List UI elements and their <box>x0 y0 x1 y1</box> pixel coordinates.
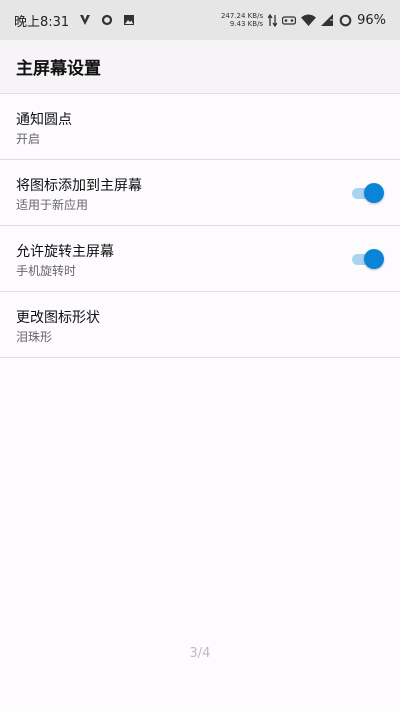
status-time: 晚上8:31 <box>14 14 70 30</box>
setting-subtitle: 开启 <box>16 132 41 146</box>
battery-level: 96% <box>357 12 386 28</box>
status-bar: 晚上8:31 247.24 KB/s 9.43 KB/s 96% <box>0 0 400 40</box>
setting-title: 将图标添加到主屏幕 <box>16 178 142 194</box>
setting-subtitle: 泪珠形 <box>16 330 53 344</box>
image-icon <box>123 14 135 26</box>
download-speed: 9.43 KB/s <box>229 20 264 28</box>
app-bar: 主屏幕设置 <box>0 40 400 94</box>
page-indicator: 3/4 <box>189 646 211 661</box>
data-arrows-icon <box>268 13 278 27</box>
battery-ring-icon <box>339 14 352 27</box>
circle-icon <box>101 14 113 26</box>
setting-add-icon-to-home[interactable]: 将图标添加到主屏幕 适用于新应用 <box>0 160 400 226</box>
add-icon-toggle[interactable] <box>352 183 384 203</box>
signal-icon <box>321 14 334 26</box>
toggle-knob <box>364 183 384 203</box>
toggle-knob <box>364 249 384 269</box>
wifi-icon <box>301 14 317 26</box>
setting-title: 通知圆点 <box>16 112 72 128</box>
setting-subtitle: 适用于新应用 <box>16 198 89 212</box>
setting-subtitle: 手机旋转时 <box>16 264 77 278</box>
setting-icon-shape[interactable]: 更改图标形状 泪珠形 <box>0 292 400 358</box>
page-title: 主屏幕设置 <box>16 59 101 79</box>
setting-title: 允许旋转主屏幕 <box>16 244 114 260</box>
upload-speed: 247.24 KB/s <box>220 12 264 20</box>
vr-icon <box>282 15 297 25</box>
notification-v-icon <box>79 14 91 26</box>
settings-list: 通知圆点 开启 将图标添加到主屏幕 适用于新应用 允许旋转主屏幕 手机旋转时 更… <box>0 94 400 358</box>
setting-notification-dots[interactable]: 通知圆点 开启 <box>0 94 400 160</box>
setting-allow-rotation[interactable]: 允许旋转主屏幕 手机旋转时 <box>0 226 400 292</box>
setting-title: 更改图标形状 <box>16 310 100 326</box>
network-speed: 247.24 KB/s 9.43 KB/s <box>221 12 263 28</box>
allow-rotation-toggle[interactable] <box>352 249 384 269</box>
